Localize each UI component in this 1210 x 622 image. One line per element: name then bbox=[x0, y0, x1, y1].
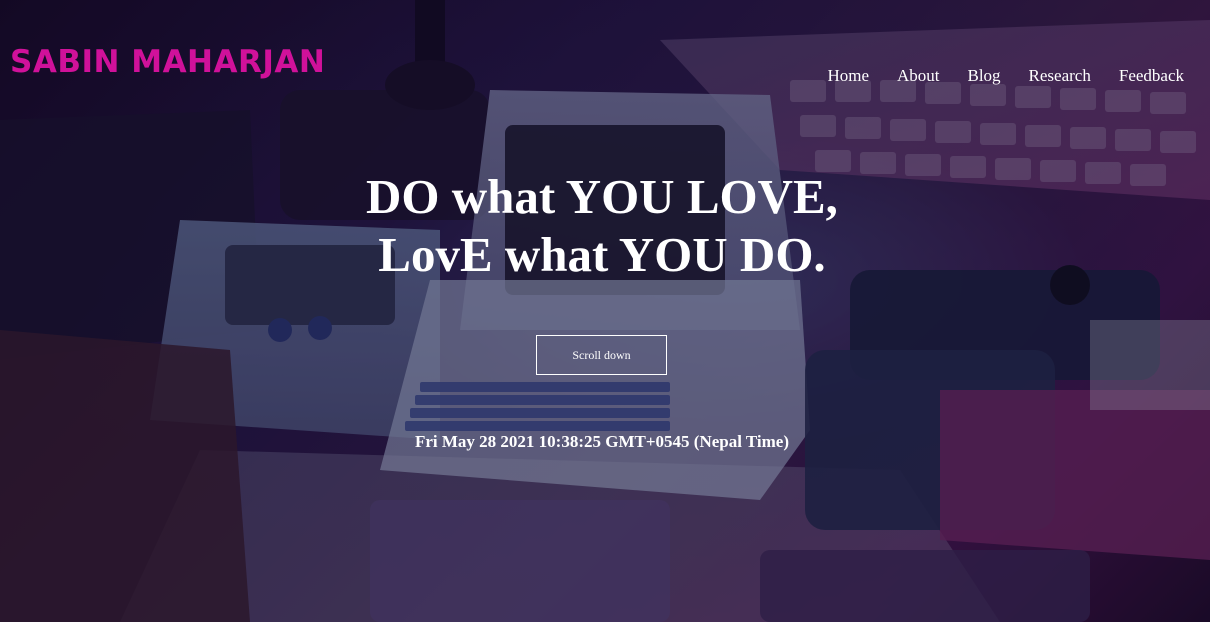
nav-blog-link[interactable]: Blog bbox=[967, 66, 1000, 86]
hero-headline: DO what YOU LOVE, LovE what YOU DO. bbox=[0, 168, 1204, 284]
hero-headline-line-1: DO what YOU LOVE, bbox=[366, 169, 838, 224]
current-datetime: Fri May 28 2021 10:38:25 GMT+0545 (Nepal… bbox=[414, 432, 790, 451]
main-nav: Home About Blog Research Feedback bbox=[827, 66, 1184, 86]
scroll-down-button[interactable]: Scroll down bbox=[536, 335, 667, 375]
nav-about-link[interactable]: About bbox=[897, 66, 940, 86]
nav-research-link[interactable]: Research bbox=[1029, 66, 1091, 86]
hero-section: SABIN MAHARJAN Home About Blog Research … bbox=[0, 0, 1210, 622]
site-brand-logo[interactable]: SABIN MAHARJAN bbox=[10, 44, 325, 80]
hero-headline-line-2: LovE what YOU DO. bbox=[378, 227, 826, 282]
nav-feedback-link[interactable]: Feedback bbox=[1119, 66, 1184, 86]
nav-home-link[interactable]: Home bbox=[827, 66, 869, 86]
hero-overlay bbox=[0, 0, 1210, 622]
